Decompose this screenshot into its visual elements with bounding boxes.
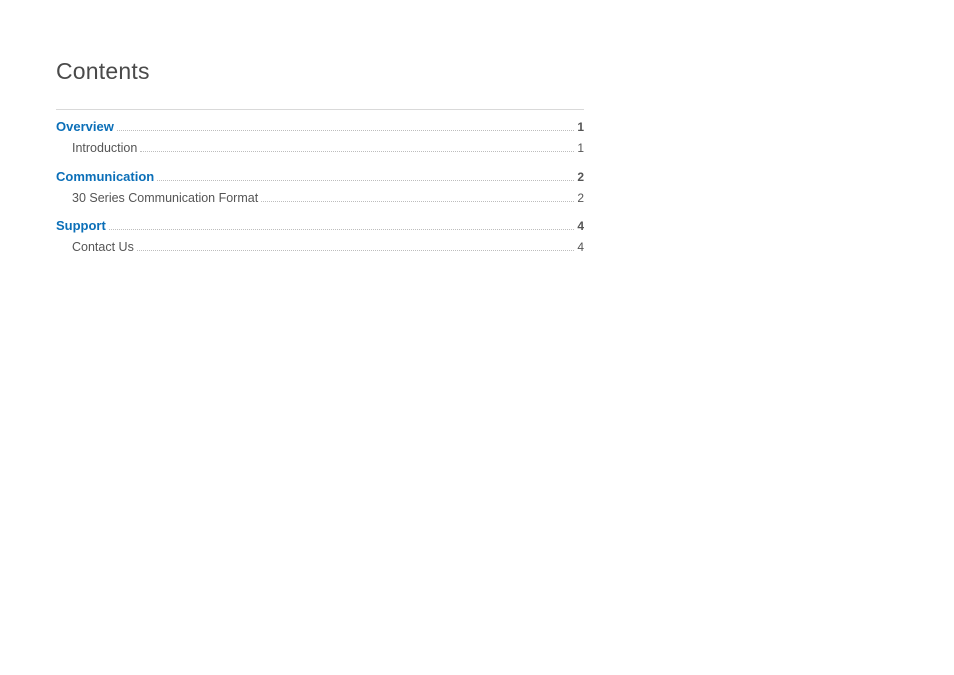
toc-label: Communication <box>56 167 154 187</box>
toc-label: Introduction <box>56 139 137 158</box>
toc-entry-30-series-format[interactable]: 30 Series Communication Format 2 <box>56 188 584 209</box>
dot-leader <box>117 130 574 131</box>
toc-page-number: 2 <box>577 189 584 208</box>
toc-page-number: 4 <box>577 217 584 236</box>
toc-label: Support <box>56 216 106 236</box>
dot-leader <box>137 250 574 251</box>
dot-leader <box>109 229 574 230</box>
toc-entry-contact-us[interactable]: Contact Us 4 <box>56 237 584 258</box>
toc-label: Contact Us <box>56 238 134 257</box>
toc-label: Overview <box>56 117 114 137</box>
toc-entry-support[interactable]: Support 4 <box>56 215 584 237</box>
dot-leader <box>261 201 574 202</box>
contents-page: Contents Overview 1 Introduction 1 Commu… <box>0 0 640 259</box>
toc-page-number: 2 <box>577 168 584 187</box>
page-title: Contents <box>56 58 584 85</box>
toc-page-number: 1 <box>577 118 584 137</box>
toc-page-number: 1 <box>577 139 584 158</box>
dot-leader <box>140 151 574 152</box>
dot-leader <box>157 180 574 181</box>
toc-page-number: 4 <box>577 238 584 257</box>
toc-entry-overview[interactable]: Overview 1 <box>56 116 584 138</box>
table-of-contents: Overview 1 Introduction 1 Communication … <box>56 116 584 259</box>
title-divider <box>56 109 584 110</box>
toc-entry-communication[interactable]: Communication 2 <box>56 166 584 188</box>
toc-entry-introduction[interactable]: Introduction 1 <box>56 138 584 159</box>
toc-label: 30 Series Communication Format <box>56 189 258 208</box>
